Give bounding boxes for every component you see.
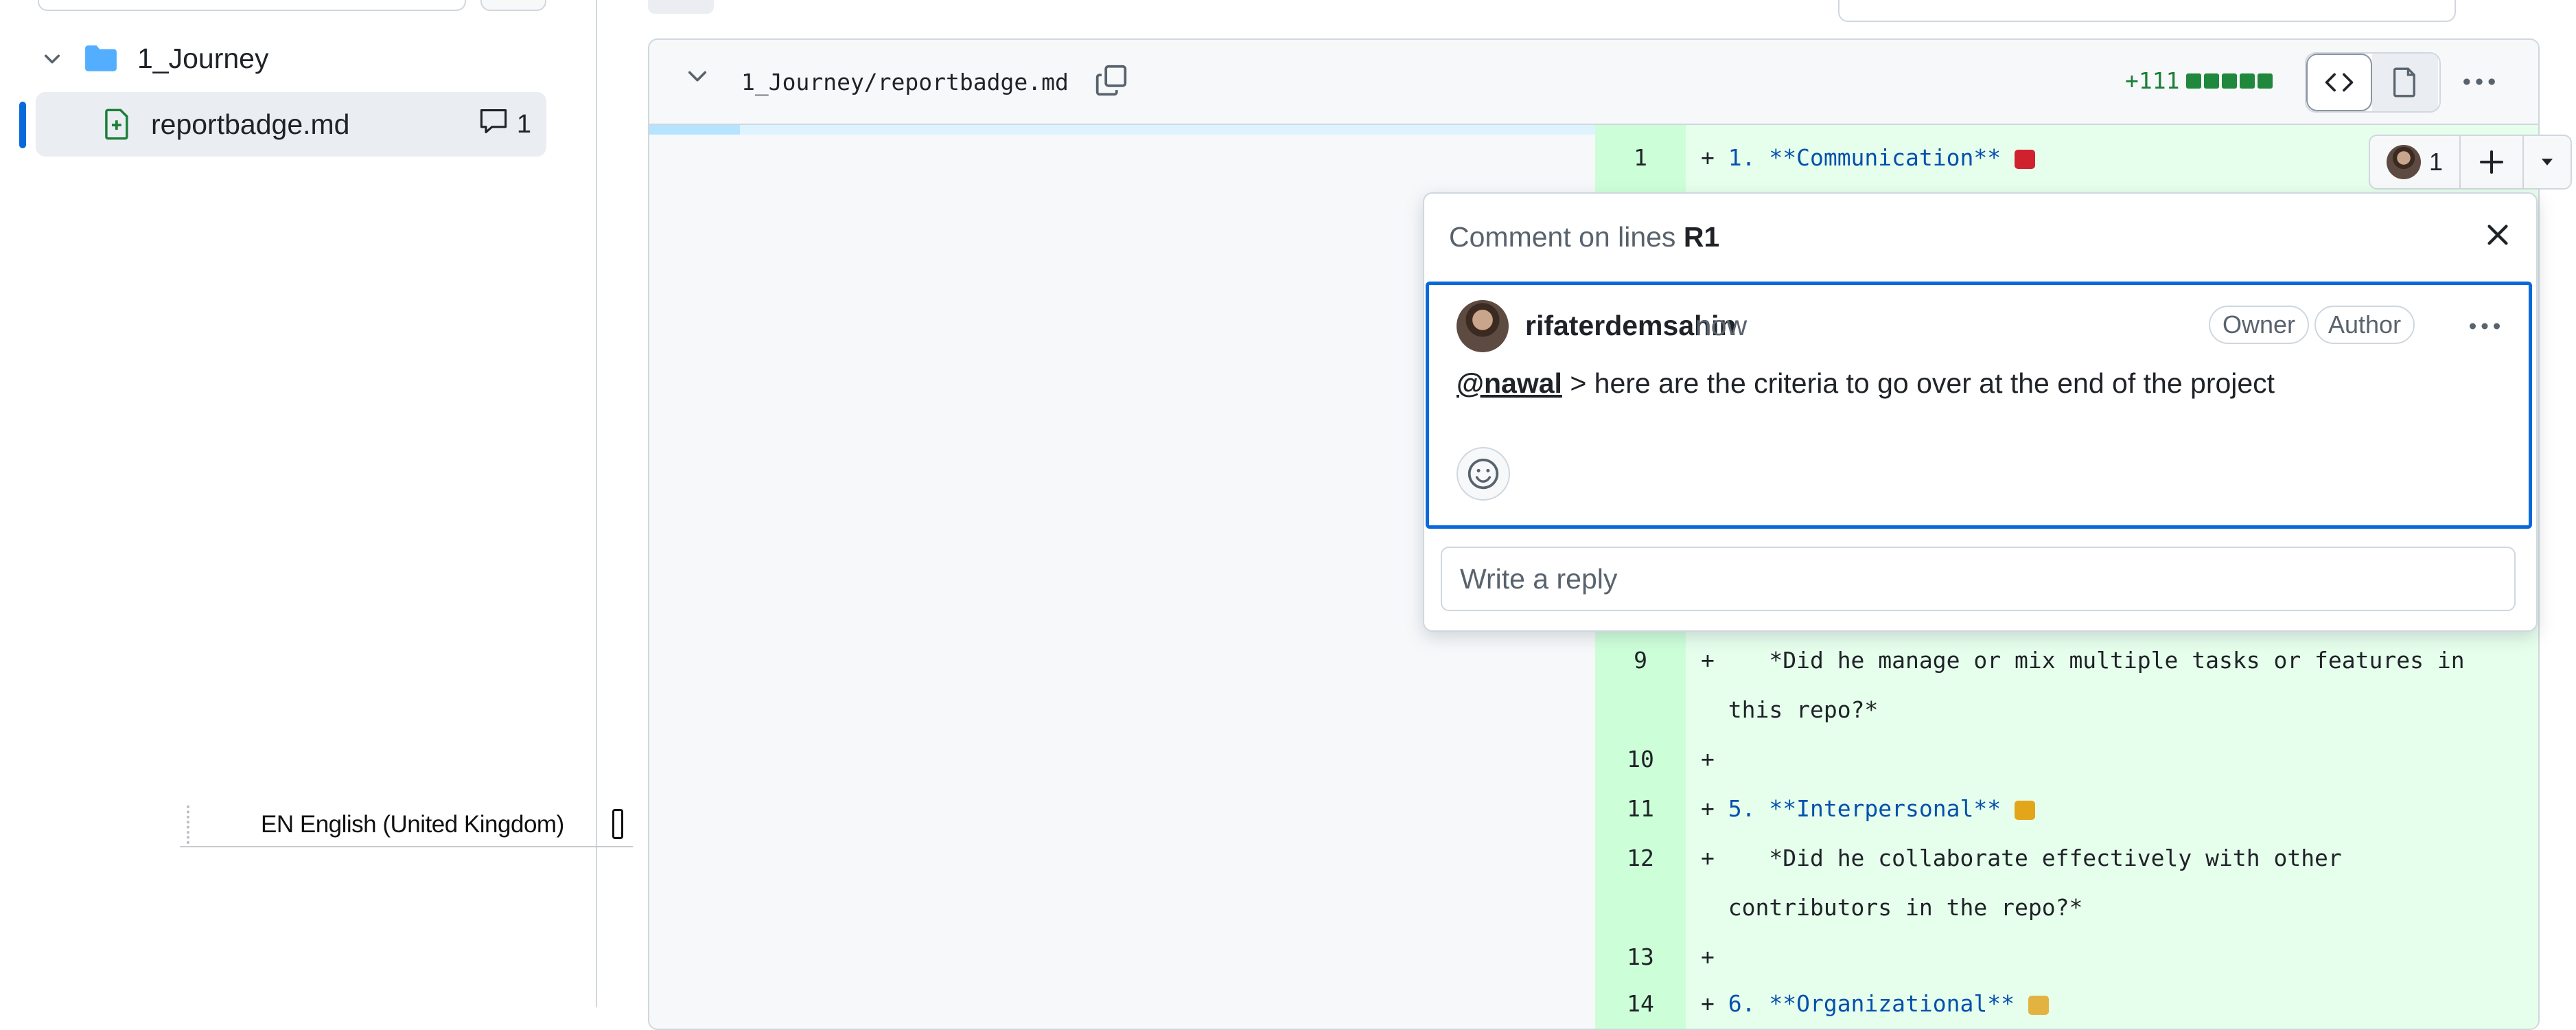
mention-link[interactable]: @nawal	[1457, 367, 1562, 399]
line-number[interactable]: 14	[1595, 979, 1686, 1029]
drag-handle-icon[interactable]	[187, 805, 192, 844]
line-code: +	[1701, 943, 1728, 970]
view-toggle	[2305, 52, 2441, 113]
line-code: + 6. **Organizational**	[1701, 979, 2049, 1029]
hunk-header-num	[649, 125, 740, 135]
chevron-down-icon	[34, 48, 70, 69]
emoji-icon	[2028, 995, 2049, 1015]
diff-line[interactable]: 11 + 5. **Interpersonal**	[1595, 784, 2538, 834]
toolbar-button[interactable]	[648, 0, 714, 14]
folder-icon	[84, 44, 118, 73]
diff-line[interactable]: 12 + *Did he collaborate effectively with…	[1595, 834, 2538, 883]
selected-indicator	[19, 102, 26, 148]
diff-line[interactable]: this repo?*	[1595, 685, 2538, 735]
emoji-icon	[2014, 800, 2035, 820]
diffstat-blocks	[2183, 67, 2273, 94]
close-icon[interactable]	[2483, 220, 2513, 253]
add-reaction-button[interactable]	[1457, 447, 1510, 501]
triangle-down-icon	[2541, 159, 2553, 165]
file-header: 1_Journey/reportbadge.md +111	[649, 40, 2538, 125]
emoji-icon	[2014, 149, 2035, 169]
tree-file-reportbadge[interactable]: reportbadge.md 1	[36, 92, 546, 157]
comment-count: 1	[478, 92, 531, 157]
additions-stat: +111	[2125, 67, 2273, 94]
language-label: EN English (United Kingdom)	[261, 811, 564, 838]
line-number[interactable]: 13	[1595, 932, 1686, 982]
comment-dropdown-button[interactable]	[2524, 136, 2571, 188]
language-bar[interactable]: EN English (United Kingdom)	[180, 803, 633, 847]
diff-line[interactable]: 13 +	[1595, 932, 2538, 982]
comment-time[interactable]: now	[1695, 310, 1747, 342]
folder-label: 1_Journey	[137, 42, 269, 74]
rich-view-button[interactable]	[2372, 54, 2438, 111]
filter-files-input[interactable]	[38, 0, 466, 11]
file-tree-sidebar: 1_Journey reportbadge.md 1 EN English (U…	[0, 0, 633, 1007]
smiley-icon	[1467, 458, 1499, 490]
copy-icon[interactable]	[1094, 63, 1128, 101]
line-number[interactable]: 9	[1595, 636, 1686, 685]
tree-folder-1-journey[interactable]: 1_Journey	[34, 34, 268, 82]
top-search-input[interactable]	[1838, 0, 2456, 22]
line-code: + 1. **Communication**	[1701, 133, 2035, 183]
avatar[interactable]	[1457, 300, 1509, 352]
popup-title: Comment on lines R1	[1449, 221, 1720, 253]
file-added-icon	[104, 108, 130, 140]
line-code: contributors in the repo?*	[1728, 894, 2083, 921]
comment-icon	[478, 107, 509, 141]
diff-line[interactable]: 14 + 6. **Organizational**	[1595, 979, 2538, 1029]
comment-more-icon[interactable]	[2467, 312, 2503, 343]
line-code: +	[1701, 746, 1728, 772]
line-number[interactable]: 11	[1595, 784, 1686, 834]
add-comment-button[interactable]	[2461, 136, 2524, 188]
author-badge: Author	[2314, 306, 2415, 344]
more-options-icon[interactable]	[2461, 66, 2497, 101]
plus-icon	[2480, 150, 2503, 174]
line-code: + 5. **Interpersonal**	[1701, 784, 2035, 834]
avatar	[2386, 145, 2421, 179]
file-path: 1_Journey/reportbadge.md	[741, 69, 1069, 95]
filter-options-button[interactable]	[480, 0, 546, 11]
line-code: + *Did he manage or mix multiple tasks o…	[1701, 647, 2465, 674]
collapse-chevron-icon[interactable]	[685, 63, 710, 91]
hunk-header-left	[649, 125, 1595, 135]
line-number[interactable]: 1	[1595, 133, 1686, 183]
line-code: + *Did he collaborate effectively with o…	[1701, 845, 2342, 871]
comment: rifaterdemsahin now Owner Author @nawal …	[1426, 282, 2532, 529]
comment-popup: Comment on lines R1 rifaterdemsahin now …	[1423, 192, 2538, 632]
diff-line[interactable]: 10 +	[1595, 735, 2538, 784]
reply-input[interactable]: Write a reply	[1441, 547, 2516, 611]
minimize-icon[interactable]	[612, 809, 623, 839]
line-comment-reaction-bar: 1	[2369, 135, 2572, 190]
diff-line[interactable]: 9 + *Did he manage or mix multiple tasks …	[1595, 636, 2538, 685]
file-label: reportbadge.md	[151, 108, 350, 140]
line-code: this repo?*	[1728, 696, 1879, 723]
comment-thread-button[interactable]: 1	[2370, 136, 2461, 188]
owner-badge: Owner	[2209, 306, 2310, 344]
code-view-button[interactable]	[2306, 54, 2372, 111]
line-number[interactable]: 12	[1595, 834, 1686, 883]
diff-line[interactable]: contributors in the repo?*	[1595, 883, 2538, 932]
line-number[interactable]: 10	[1595, 735, 1686, 784]
comment-body: @nawal > here are the criteria to go ove…	[1457, 367, 2275, 399]
